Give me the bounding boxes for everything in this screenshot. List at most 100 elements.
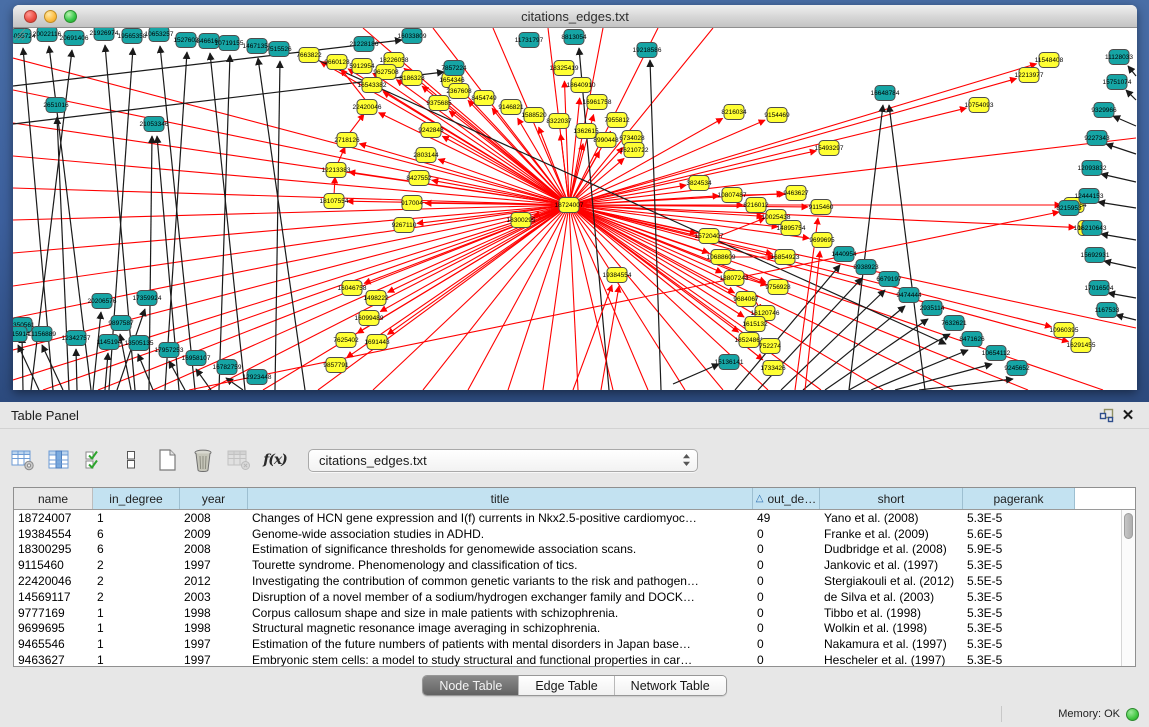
table-cell[interactable]: Structural magnetic resonance image aver… — [248, 621, 753, 635]
graph-node[interactable]: 8454749 — [471, 91, 497, 106]
table-cell[interactable]: 1997 — [180, 653, 248, 666]
graph-node[interactable]: 8938923 — [853, 260, 879, 275]
graph-node[interactable]: 10807487 — [718, 188, 747, 203]
graph-node[interactable]: 8322037 — [546, 114, 572, 129]
graph-node[interactable]: 752274 — [759, 339, 781, 354]
graph-node[interactable]: 20206576 — [88, 294, 117, 309]
graph-node[interactable]: 17359924 — [133, 291, 162, 306]
close-panel-icon[interactable]: ✕ — [1117, 405, 1139, 425]
graph-node[interactable]: 20022116 — [33, 28, 62, 42]
table-cell[interactable]: 1 — [93, 637, 180, 651]
graph-node[interactable]: 1440954 — [831, 247, 857, 262]
table-cell[interactable]: Genome-wide association studies in ADHD. — [248, 527, 753, 541]
table-cell[interactable]: 0 — [753, 637, 820, 651]
table-select-dropdown[interactable]: citations_edges.txt — [308, 449, 698, 472]
table-cell[interactable]: 2008 — [180, 511, 248, 525]
table-cell[interactable]: 2009 — [180, 527, 248, 541]
graph-node[interactable]: 11731797 — [515, 33, 544, 48]
graph-node[interactable]: 9154469 — [764, 108, 790, 123]
graph-node[interactable]: 7515526 — [266, 42, 292, 57]
graph-node[interactable]: 9699695 — [809, 233, 835, 248]
table-cell[interactable]: Nakamura et al. (1997) — [820, 637, 963, 651]
graph-node[interactable]: 18325419 — [550, 61, 579, 76]
network-canvas[interactable]: 7663822966012859129541822605896275081654… — [13, 28, 1137, 390]
graph-node[interactable]: 8427552 — [406, 171, 432, 186]
minimize-window-button[interactable] — [44, 10, 57, 23]
table-cell[interactable]: 9465546 — [14, 637, 93, 651]
delete-table-icon[interactable] — [224, 444, 254, 476]
show-column-icon[interactable] — [44, 444, 74, 476]
column-header[interactable]: short — [820, 488, 963, 509]
table-cell[interactable]: 0 — [753, 621, 820, 635]
graph-node[interactable]: 12213383 — [322, 163, 351, 178]
graph-node[interactable]: 16033809 — [398, 29, 427, 44]
graph-node[interactable]: 18107554 — [320, 194, 349, 209]
graph-node[interactable]: 1167533 — [1095, 303, 1120, 318]
graph-node[interactable]: 10654112 — [982, 346, 1011, 361]
graph-node[interactable]: 1145194 — [97, 335, 122, 350]
graph-node[interactable]: 18807243 — [720, 271, 749, 286]
graph-node[interactable]: 9242848 — [418, 123, 444, 138]
table-cell[interactable]: 19384554 — [14, 527, 93, 541]
table-cell[interactable]: 6 — [93, 542, 180, 556]
maximize-window-button[interactable] — [64, 10, 77, 23]
delete-column-icon[interactable] — [188, 444, 218, 476]
graph-node[interactable]: 15692931 — [1081, 248, 1110, 263]
table-row[interactable]: 977716911998Corpus callosum shape and si… — [14, 605, 1121, 621]
table-cell[interactable]: 0 — [753, 574, 820, 588]
table-cell[interactable]: 49 — [753, 511, 820, 525]
graph-node[interactable]: 15493297 — [815, 141, 844, 156]
graph-node[interactable]: 14895754 — [777, 221, 806, 236]
graph-node[interactable]: 12444153 — [1075, 189, 1104, 204]
table-cell[interactable]: 9463627 — [14, 653, 93, 666]
table-cell[interactable]: 1998 — [180, 606, 248, 620]
graph-node[interactable]: 8215953 — [1056, 201, 1082, 216]
graph-node[interactable]: 9857791 — [323, 358, 349, 373]
graph-node[interactable]: 2718126 — [334, 133, 360, 148]
graph-node[interactable]: 8186328 — [399, 71, 425, 86]
graph-node[interactable]: 15751074 — [1103, 75, 1132, 90]
resize-grip[interactable] — [13, 28, 26, 41]
table-cell[interactable]: Tourette syndrome. Phenomenology and cla… — [248, 558, 753, 572]
graph-node[interactable]: 9660128 — [324, 55, 350, 70]
table-cell[interactable]: 1 — [93, 653, 180, 666]
graph-node[interactable]: 15136141 — [715, 355, 744, 370]
table-cell[interactable]: Estimation of significance thresholds fo… — [248, 542, 753, 556]
graph-node[interactable]: 11128033 — [1105, 50, 1133, 65]
table-cell[interactable]: Yano et al. (2008) — [820, 511, 963, 525]
graph-node[interactable]: 12923448 — [243, 370, 272, 385]
table-cell[interactable]: 1 — [93, 511, 180, 525]
table-cell[interactable]: 0 — [753, 542, 820, 556]
graph-node[interactable]: 8471626 — [959, 332, 985, 347]
table-cell[interactable]: 9699695 — [14, 621, 93, 635]
graph-node[interactable]: 9146821 — [498, 100, 524, 115]
column-header[interactable]: pagerank — [963, 488, 1075, 509]
table-cell[interactable]: 0 — [753, 590, 820, 604]
table-cell[interactable]: Dudbridge et al. (2008) — [820, 542, 963, 556]
select-columns-icon[interactable] — [80, 444, 110, 476]
graph-node[interactable]: 16099489 — [355, 311, 384, 326]
table-cell[interactable]: 2 — [93, 574, 180, 588]
table-vertical-scrollbar[interactable] — [1121, 510, 1135, 666]
graph-node[interactable]: 16210643 — [1078, 221, 1107, 236]
table-row[interactable]: 946362711997Embryonic stem cells: a mode… — [14, 652, 1121, 666]
column-header[interactable]: year — [180, 488, 248, 509]
table-cell[interactable]: 5.6E-5 — [963, 527, 1075, 541]
tab-edge-table[interactable]: Edge Table — [519, 676, 614, 695]
table-cell[interactable]: Embryonic stem cells: a model to study s… — [248, 653, 753, 666]
network-view-window[interactable]: citations_edges.txt 76638229660128591295… — [13, 5, 1137, 390]
graph-node[interactable]: 16046758 — [338, 281, 367, 296]
function-builder-icon[interactable]: f(x) — [260, 444, 290, 476]
graph-node[interactable]: 12213977 — [1015, 68, 1044, 83]
graph-node[interactable]: 8216034 — [721, 105, 747, 120]
table-row[interactable]: 969969511998Structural magnetic resonanc… — [14, 621, 1121, 637]
graph-node[interactable]: 8990448 — [593, 133, 619, 148]
table-cell[interactable]: 6 — [93, 527, 180, 541]
graph-node[interactable]: 10960395 — [1050, 323, 1079, 338]
table-cell[interactable]: 1998 — [180, 621, 248, 635]
graph-node[interactable]: 11156889 — [28, 327, 56, 342]
graph-node[interactable]: 1691443 — [364, 335, 390, 350]
table-cell[interactable]: 5.3E-5 — [963, 621, 1075, 635]
graph-node[interactable]: 3824534 — [686, 176, 712, 191]
table-cell[interactable]: 22420046 — [14, 574, 93, 588]
